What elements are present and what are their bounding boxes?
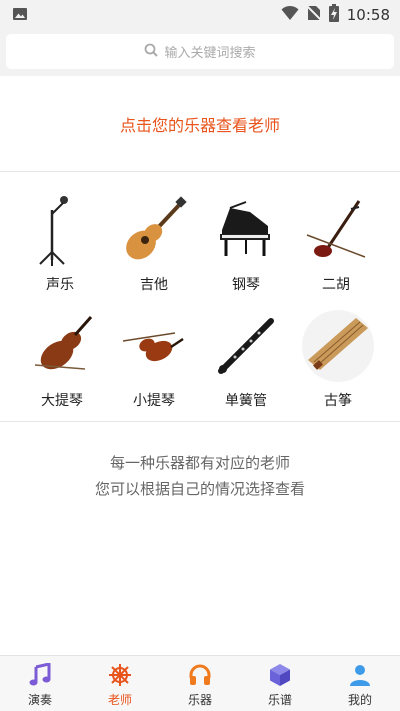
search-icon [144,42,159,61]
wifi-icon [281,5,299,25]
instrument-grid: 声乐 吉他 钢琴 二胡 大提琴 小提琴 单簧管 古筝 [0,172,400,422]
headphones-icon [187,662,213,688]
prompt-text: 点击您的乐器查看老师 [119,115,280,135]
instrument-cello[interactable]: 大提琴 [12,296,112,414]
search-bar-container: 输入关键词搜索 [0,28,400,76]
grand-piano-icon [206,190,286,270]
gallery-notification-icon [12,6,28,26]
info-line: 每一种乐器都有对应的老师 [109,454,290,472]
instrument-vocal[interactable]: 声乐 [10,180,110,298]
tab-label: 乐谱 [267,693,292,707]
instrument-guitar[interactable]: 吉他 [104,180,204,298]
cello-icon [22,306,102,386]
instrument-label: 钢琴 [232,277,260,293]
prompt-section: 点击您的乐器查看老师 [0,76,400,172]
tab-instruments[interactable]: 乐器 [160,656,240,711]
tab-label: 演奏 [27,693,52,707]
instrument-erhu[interactable]: 二胡 [286,180,386,298]
tab-me[interactable]: 我的 [320,656,400,711]
violin-icon [114,306,194,386]
tab-perform[interactable]: 演奏 [0,656,80,711]
instrument-label: 吉他 [140,277,168,293]
microphone-stand-icon [20,190,100,270]
status-time: 10:58 [346,6,390,24]
battery-charging-icon [328,4,339,26]
guzheng-icon [298,306,378,386]
erhu-icon [296,190,376,270]
search-placeholder: 输入关键词搜索 [164,46,256,61]
tab-label: 乐器 [187,693,212,707]
instrument-label: 小提琴 [133,393,175,409]
cube-icon [267,662,293,688]
instrument-label: 声乐 [46,277,74,293]
instrument-violin[interactable]: 小提琴 [104,296,204,414]
clarinet-icon [206,306,286,386]
instrument-label: 古筝 [324,393,352,409]
instrument-clarinet[interactable]: 单簧管 [196,296,296,414]
ship-wheel-icon [107,662,133,688]
instrument-label: 二胡 [322,277,350,293]
instrument-guzheng[interactable]: 古筝 [288,296,388,414]
no-sim-icon [306,5,322,25]
tab-teacher[interactable]: 老师 [80,656,160,711]
search-input[interactable]: 输入关键词搜索 [6,34,394,69]
tab-label: 我的 [347,693,372,707]
tab-sheet-music[interactable]: 乐谱 [240,656,320,711]
music-note-icon [27,662,53,688]
user-icon [347,662,373,688]
bottom-tab-bar: 演奏 老师 乐器 乐谱 我的 [0,655,400,711]
instrument-label: 单簧管 [225,393,267,409]
instrument-label: 大提琴 [41,393,83,409]
instrument-piano[interactable]: 钢琴 [196,180,296,298]
status-bar: 10:58 [0,0,400,28]
guitar-icon [114,190,194,270]
info-line: 您可以根据自己的情况选择查看 [94,480,305,498]
tab-label: 老师 [107,693,132,707]
info-section: 每一种乐器都有对应的老师 您可以根据自己的情况选择查看 [0,450,400,502]
